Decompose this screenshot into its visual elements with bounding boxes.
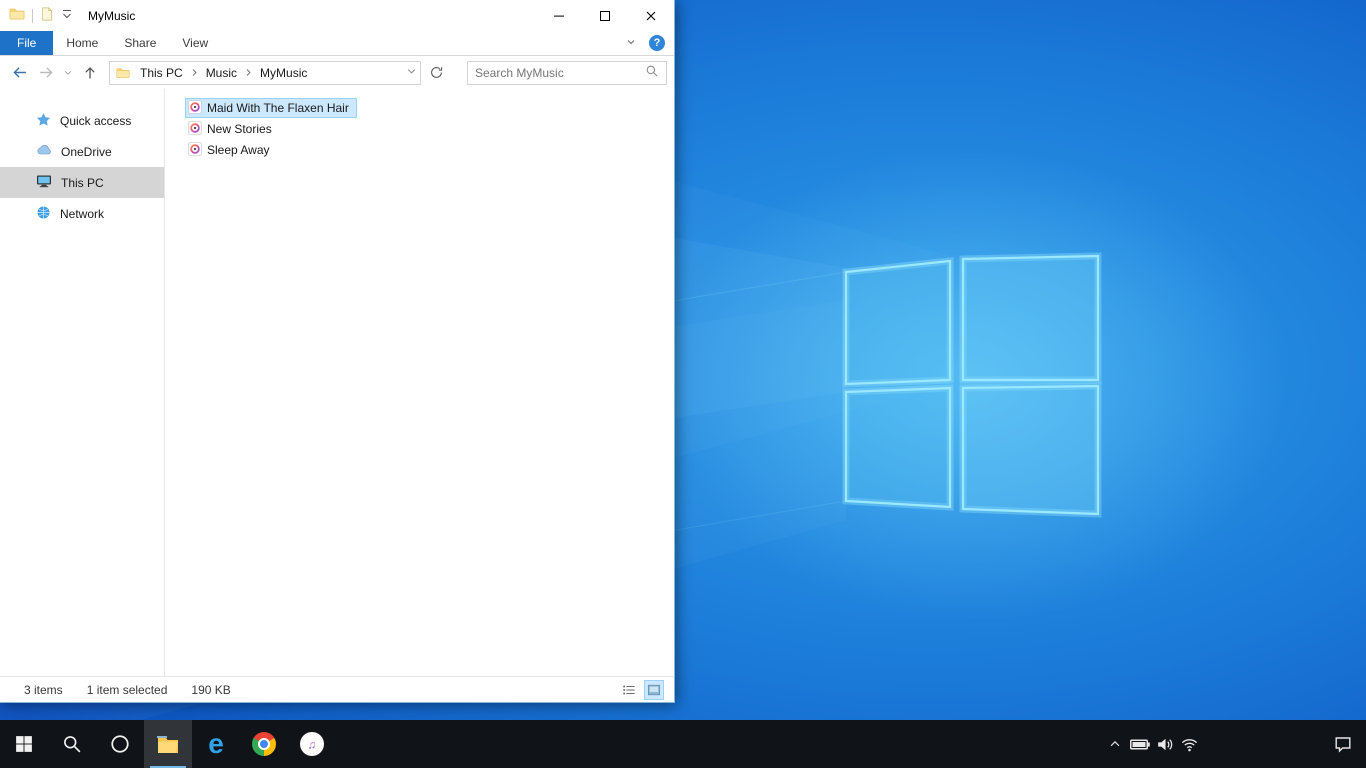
sidebar-item-network[interactable]: Network [0,198,164,229]
file-item[interactable]: New Stories [185,119,280,139]
large-icons-view-icon[interactable] [644,679,664,700]
chrome-icon [252,732,276,756]
divider [32,8,33,23]
minimize-button[interactable] [536,0,582,31]
recent-locations-icon[interactable] [61,61,75,85]
sidebar-item-label: This PC [61,175,104,190]
item-count: 3 items [24,682,63,697]
ribbon-tabs: File Home Share View ? [0,31,674,56]
windows-start-icon [16,736,32,752]
view-toggles [619,679,664,700]
taskbar-search-button[interactable] [48,720,96,768]
taskbar: e ♫ [0,720,1366,768]
this-pc-icon [36,173,52,192]
speaker-icon [1158,738,1173,750]
music-file-icon [188,141,202,159]
expand-ribbon-icon[interactable] [625,36,637,51]
edge-icon: e [208,728,224,759]
file-list: Maid With The Flaxen Hair New Stories Sl… [165,89,674,676]
navigation-bar: This PC Music MyMusic [0,56,674,89]
window-controls [536,0,674,31]
sidebar-item-this-pc[interactable]: This PC [0,167,164,198]
details-view-icon[interactable] [619,680,639,700]
folder-icon[interactable] [9,6,25,25]
properties-icon[interactable] [40,7,54,24]
volume-button[interactable] [1152,720,1177,768]
sidebar-item-quick-access[interactable]: Quick access [0,105,164,136]
selection-summary: 1 item selected [86,682,168,697]
address-bar[interactable]: This PC Music MyMusic [109,60,421,85]
show-hidden-icons-button[interactable] [1102,720,1127,768]
file-name: Maid With The Flaxen Hair [207,101,349,115]
onedrive-cloud-icon [36,142,52,161]
search-icon [64,736,81,753]
chevron-right-icon[interactable] [190,66,199,80]
file-item[interactable]: Maid With The Flaxen Hair [185,98,357,118]
breadcrumb-this-pc[interactable]: This PC [133,66,190,80]
taskbar-file-explorer-button[interactable] [144,720,192,768]
file-item[interactable]: Sleep Away [185,140,278,160]
tab-file[interactable]: File [0,31,54,55]
sidebar-item-label: Network [60,206,105,221]
address-dropdown-icon[interactable] [406,66,417,80]
explorer-window: MyMusic File Home Share View ? This PC M… [0,0,675,703]
up-button[interactable] [78,61,102,85]
tab-share[interactable]: Share [111,31,169,55]
start-button[interactable] [0,720,48,768]
itunes-icon: ♫ [300,732,324,756]
quick-access-toolbar [0,6,73,25]
search-box [467,60,667,85]
network-wifi-button[interactable] [1177,720,1202,768]
star-icon [36,112,51,130]
taskbar-cortana-button[interactable] [96,720,144,768]
back-button[interactable] [7,61,31,85]
title-bar: MyMusic [0,0,674,31]
ribbon-right-controls: ? [625,31,674,55]
maximize-button[interactable] [582,0,628,31]
svg-text:♫: ♫ [308,739,317,752]
taskbar-chrome-button[interactable] [240,720,288,768]
search-input[interactable] [475,65,645,80]
cortana-icon [111,735,129,753]
taskbar-edge-button[interactable]: e [192,720,240,768]
file-name: Sleep Away [207,143,270,157]
search-icon[interactable] [645,64,659,81]
chevron-up-icon [1110,740,1119,747]
close-button[interactable] [628,0,674,31]
breadcrumb-mymusic[interactable]: MyMusic [253,66,314,80]
battery-status-button[interactable] [1127,720,1152,768]
refresh-icon[interactable] [424,61,448,85]
action-center-icon [1335,737,1351,753]
navigation-pane: Quick access OneDrive This PC Network [0,89,165,676]
tab-view[interactable]: View [169,31,221,55]
file-explorer-icon [157,736,178,753]
window-body: Quick access OneDrive This PC Network Ma… [0,89,674,676]
sidebar-item-label: OneDrive [61,144,112,159]
sidebar-item-onedrive[interactable]: OneDrive [0,136,164,167]
network-globe-icon [36,205,51,223]
music-file-icon [188,120,202,138]
sidebar-item-label: Quick access [60,113,132,128]
music-file-icon [188,99,202,117]
desktop: MyMusic File Home Share View ? This PC M… [0,0,1366,768]
file-name: New Stories [207,122,272,136]
system-tray [1102,720,1366,768]
chevron-right-icon[interactable] [244,66,253,80]
action-center-button[interactable] [1320,720,1366,768]
customize-quick-access-icon[interactable] [61,8,73,23]
tab-home[interactable]: Home [53,31,111,55]
window-title: MyMusic [88,8,136,23]
taskbar-itunes-button[interactable]: ♫ [288,720,336,768]
selection-size: 190 KB [191,682,231,697]
status-bar: 3 items 1 item selected 190 KB [0,676,674,702]
wifi-icon [1181,738,1198,751]
battery-icon [1129,739,1150,749]
breadcrumb-music[interactable]: Music [199,66,244,80]
help-icon[interactable]: ? [649,35,665,51]
address-folder-icon [113,66,133,80]
forward-button[interactable] [34,61,58,85]
